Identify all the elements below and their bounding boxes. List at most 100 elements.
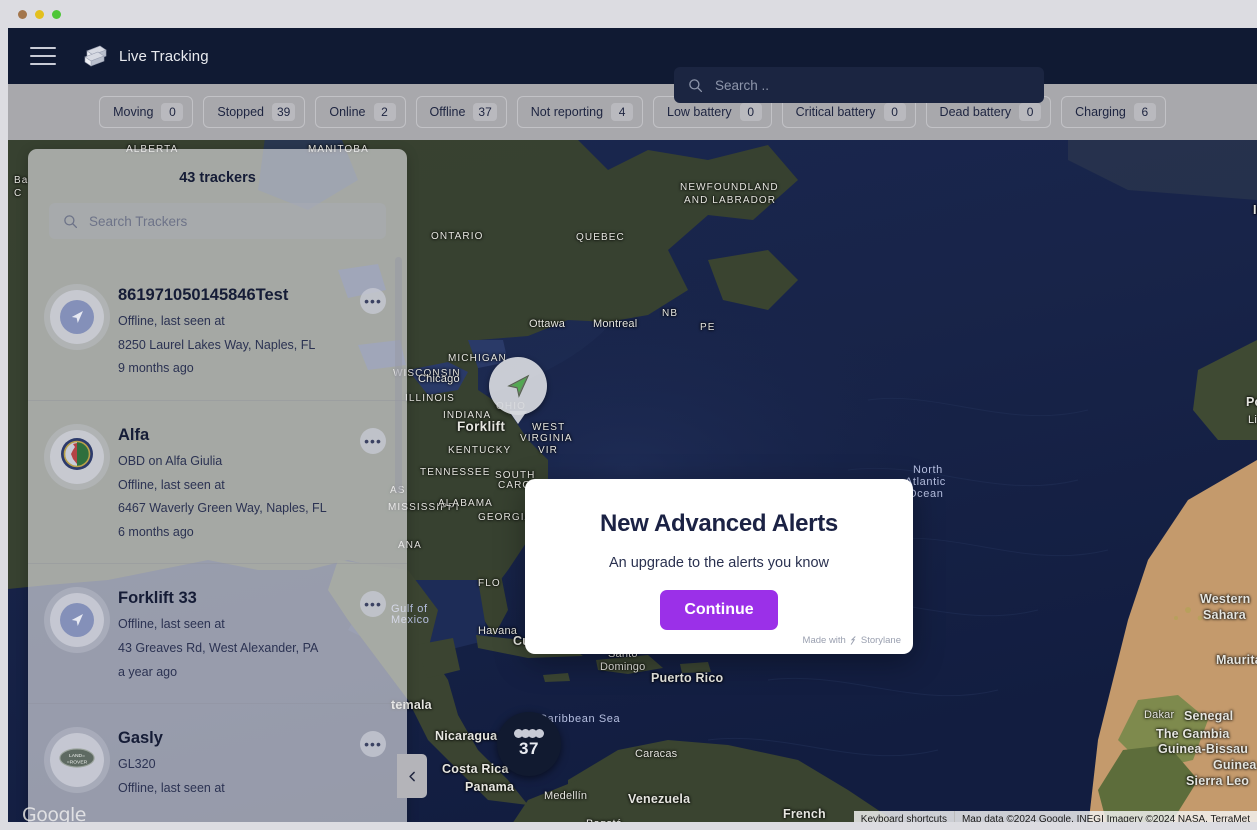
filter-chip-count: 37 [473, 103, 497, 121]
search-icon [63, 214, 78, 229]
tracker-avatar: LAND= =ROVER [50, 733, 104, 788]
tracker-list-scrollbar[interactable] [395, 257, 402, 493]
filter-chip-label: Charging [1075, 105, 1126, 119]
filter-chip[interactable]: Moving 0 [99, 96, 194, 128]
tracker-search-input[interactable]: Search Trackers [49, 203, 386, 239]
app-title: Live Tracking [119, 47, 209, 65]
close-window-button[interactable] [18, 10, 27, 19]
filter-chip-label: Online [329, 105, 366, 119]
window-controls [18, 10, 61, 19]
filter-chip-count: 4 [611, 103, 634, 121]
tracker-list-item[interactable]: Forklift 33 Offline, last seen at 43 Greav… [28, 563, 407, 703]
global-search-placeholder: Search .. [715, 77, 770, 93]
navigation-arrow-icon [507, 374, 530, 398]
advanced-alerts-modal: New Advanced Alerts An upgrade to the al… [525, 479, 913, 654]
filter-chip-count: 39 [272, 103, 296, 121]
filter-chip-count: 0 [1019, 103, 1042, 121]
tracker-list-item[interactable]: 861971050145846Test Offline, last seen at… [28, 261, 407, 400]
map-canvas[interactable]: ALBERTAMANITOBAONTARIOQUEBECNEWFOUNDLAND… [8, 140, 1257, 822]
svg-text:LAND=: LAND= [69, 753, 85, 759]
tracker-options-button[interactable]: ••• [360, 731, 386, 758]
tracker-search-placeholder: Search Trackers [89, 213, 188, 229]
filter-chip[interactable]: Offline 37 [415, 96, 507, 128]
filter-chip-label: Offline [429, 105, 466, 119]
tracker-status: Offline, last seen at [118, 617, 225, 632]
svg-text:=ROVER: =ROVER [67, 759, 88, 765]
tracker-details: 861971050145846Test Offline, last seen at… [118, 286, 346, 377]
tracker-details: Gasly GL320 Offline, last seen at [118, 729, 346, 796]
filter-chip-label: Stopped [217, 105, 264, 119]
tracker-status: Offline, last seen at [118, 780, 225, 795]
navigation-arrow-icon [60, 300, 94, 334]
filter-chip[interactable]: Stopped 39 [203, 96, 306, 128]
tracker-avatar [50, 429, 104, 484]
cluster-count: 37 [519, 739, 539, 758]
filter-chip-count: 0 [883, 103, 906, 121]
tracker-details: Forklift 33 Offline, last seen at 43 Greav… [118, 589, 346, 680]
map-cluster-marker[interactable]: 37 [497, 712, 561, 776]
maximize-window-button[interactable] [52, 10, 61, 19]
tracker-list-item[interactable]: LAND= =ROVER Gasly GL320 Offline, last seen … [28, 703, 407, 819]
tracker-address: 8250 Laurel Lakes Way, Naples, FL [118, 337, 316, 352]
filter-chip[interactable]: Not reporting 4 [516, 96, 644, 128]
tracker-options-button[interactable]: ••• [360, 591, 386, 618]
tracker-options-button[interactable]: ••• [360, 427, 386, 454]
filter-chip-label: Dead battery [939, 105, 1012, 119]
map-marker-forklift[interactable] [489, 357, 547, 415]
alfa-romeo-logo-icon [60, 437, 94, 476]
chevron-left-icon [408, 771, 415, 781]
keyboard-shortcuts-button[interactable]: Keyboard shortcuts [853, 811, 955, 822]
filter-chip-label: Critical battery [795, 105, 876, 119]
app-root: Live Tracking Search .. Moving 0 Stopped 39… [0, 0, 1257, 830]
window-title-bar [0, 0, 1257, 28]
top-navigation-bar: Live Tracking Search .. [8, 28, 1257, 103]
tracker-address: 6467 Waverly Green Way, Naples, FL [118, 501, 327, 516]
tracker-options-button[interactable]: ••• [360, 288, 386, 314]
filter-chip-count: 2 [373, 103, 396, 121]
filter-chip[interactable]: Charging 6 [1061, 96, 1166, 128]
tracker-address: 43 Greaves Rd, West Alexander, PA [118, 641, 319, 655]
filter-chip-label: Low battery [667, 105, 732, 119]
status-filter-bar: Moving 0 Stopped 39 Online 2 Offline 37 Not repo… [8, 84, 1257, 140]
modal-title: New Advanced Alerts [600, 510, 838, 537]
navigation-arrow-icon [60, 603, 94, 638]
tracker-device: GL320 [118, 757, 156, 772]
map-data-attribution-text: Map data ©2024 Google, INEGI Imagery ©20… [954, 811, 1257, 822]
hamburger-menu-icon[interactable] [30, 47, 56, 65]
tracker-status: Offline, last seen at [118, 477, 225, 492]
tracker-list-item[interactable]: Alfa OBD on Alfa Giulia Offline, last seen… [28, 399, 407, 564]
continue-button[interactable]: Continue [660, 590, 778, 630]
search-icon [688, 78, 703, 93]
cluster-pips-icon [514, 729, 544, 738]
tracker-name: Gasly [118, 729, 163, 748]
tracker-count-title: 43 trackers [179, 170, 256, 186]
filter-chip-count: 0 [161, 103, 184, 121]
storylane-logo-icon [850, 636, 856, 645]
filter-chip-label: Moving [113, 105, 154, 119]
tracker-last-seen: 6 months ago [118, 524, 194, 539]
tracker-last-seen: a year ago [118, 664, 178, 679]
tracker-avatar [50, 593, 104, 648]
modal-subtitle: An upgrade to the alerts you know [608, 555, 830, 571]
filter-chip-label: Not reporting [530, 105, 604, 119]
tracker-name: Alfa [118, 425, 150, 444]
tracker-last-seen: 9 months ago [118, 361, 194, 376]
minimize-window-button[interactable] [35, 10, 44, 19]
land-rover-logo-icon: LAND= =ROVER [58, 746, 96, 775]
global-search-field[interactable]: Search .. [674, 67, 1044, 103]
storylane-badge[interactable]: Made with Storylane [803, 635, 901, 646]
tracker-name: 861971050145846Test [118, 286, 289, 304]
tracker-details: Alfa OBD on Alfa Giulia Offline, last seen… [118, 426, 346, 541]
tracker-name: Forklift 33 [118, 589, 197, 608]
tracker-avatar [50, 290, 104, 344]
filter-chip[interactable]: Online 2 [315, 96, 406, 128]
collapse-panel-button[interactable] [397, 754, 427, 798]
storylane-badge-prefix: Made with [802, 635, 846, 646]
tracker-list: 861971050145846Test Offline, last seen at… [28, 261, 407, 822]
tracker-status: Offline, last seen at [118, 314, 225, 328]
filter-chip-count: 0 [739, 103, 762, 121]
brand: Live Tracking [78, 42, 209, 70]
app-window: Live Tracking Search .. Moving 0 Stopped 39… [8, 28, 1257, 822]
tracker-device: OBD on Alfa Giulia [118, 453, 223, 468]
filter-chip-count: 6 [1133, 103, 1156, 121]
